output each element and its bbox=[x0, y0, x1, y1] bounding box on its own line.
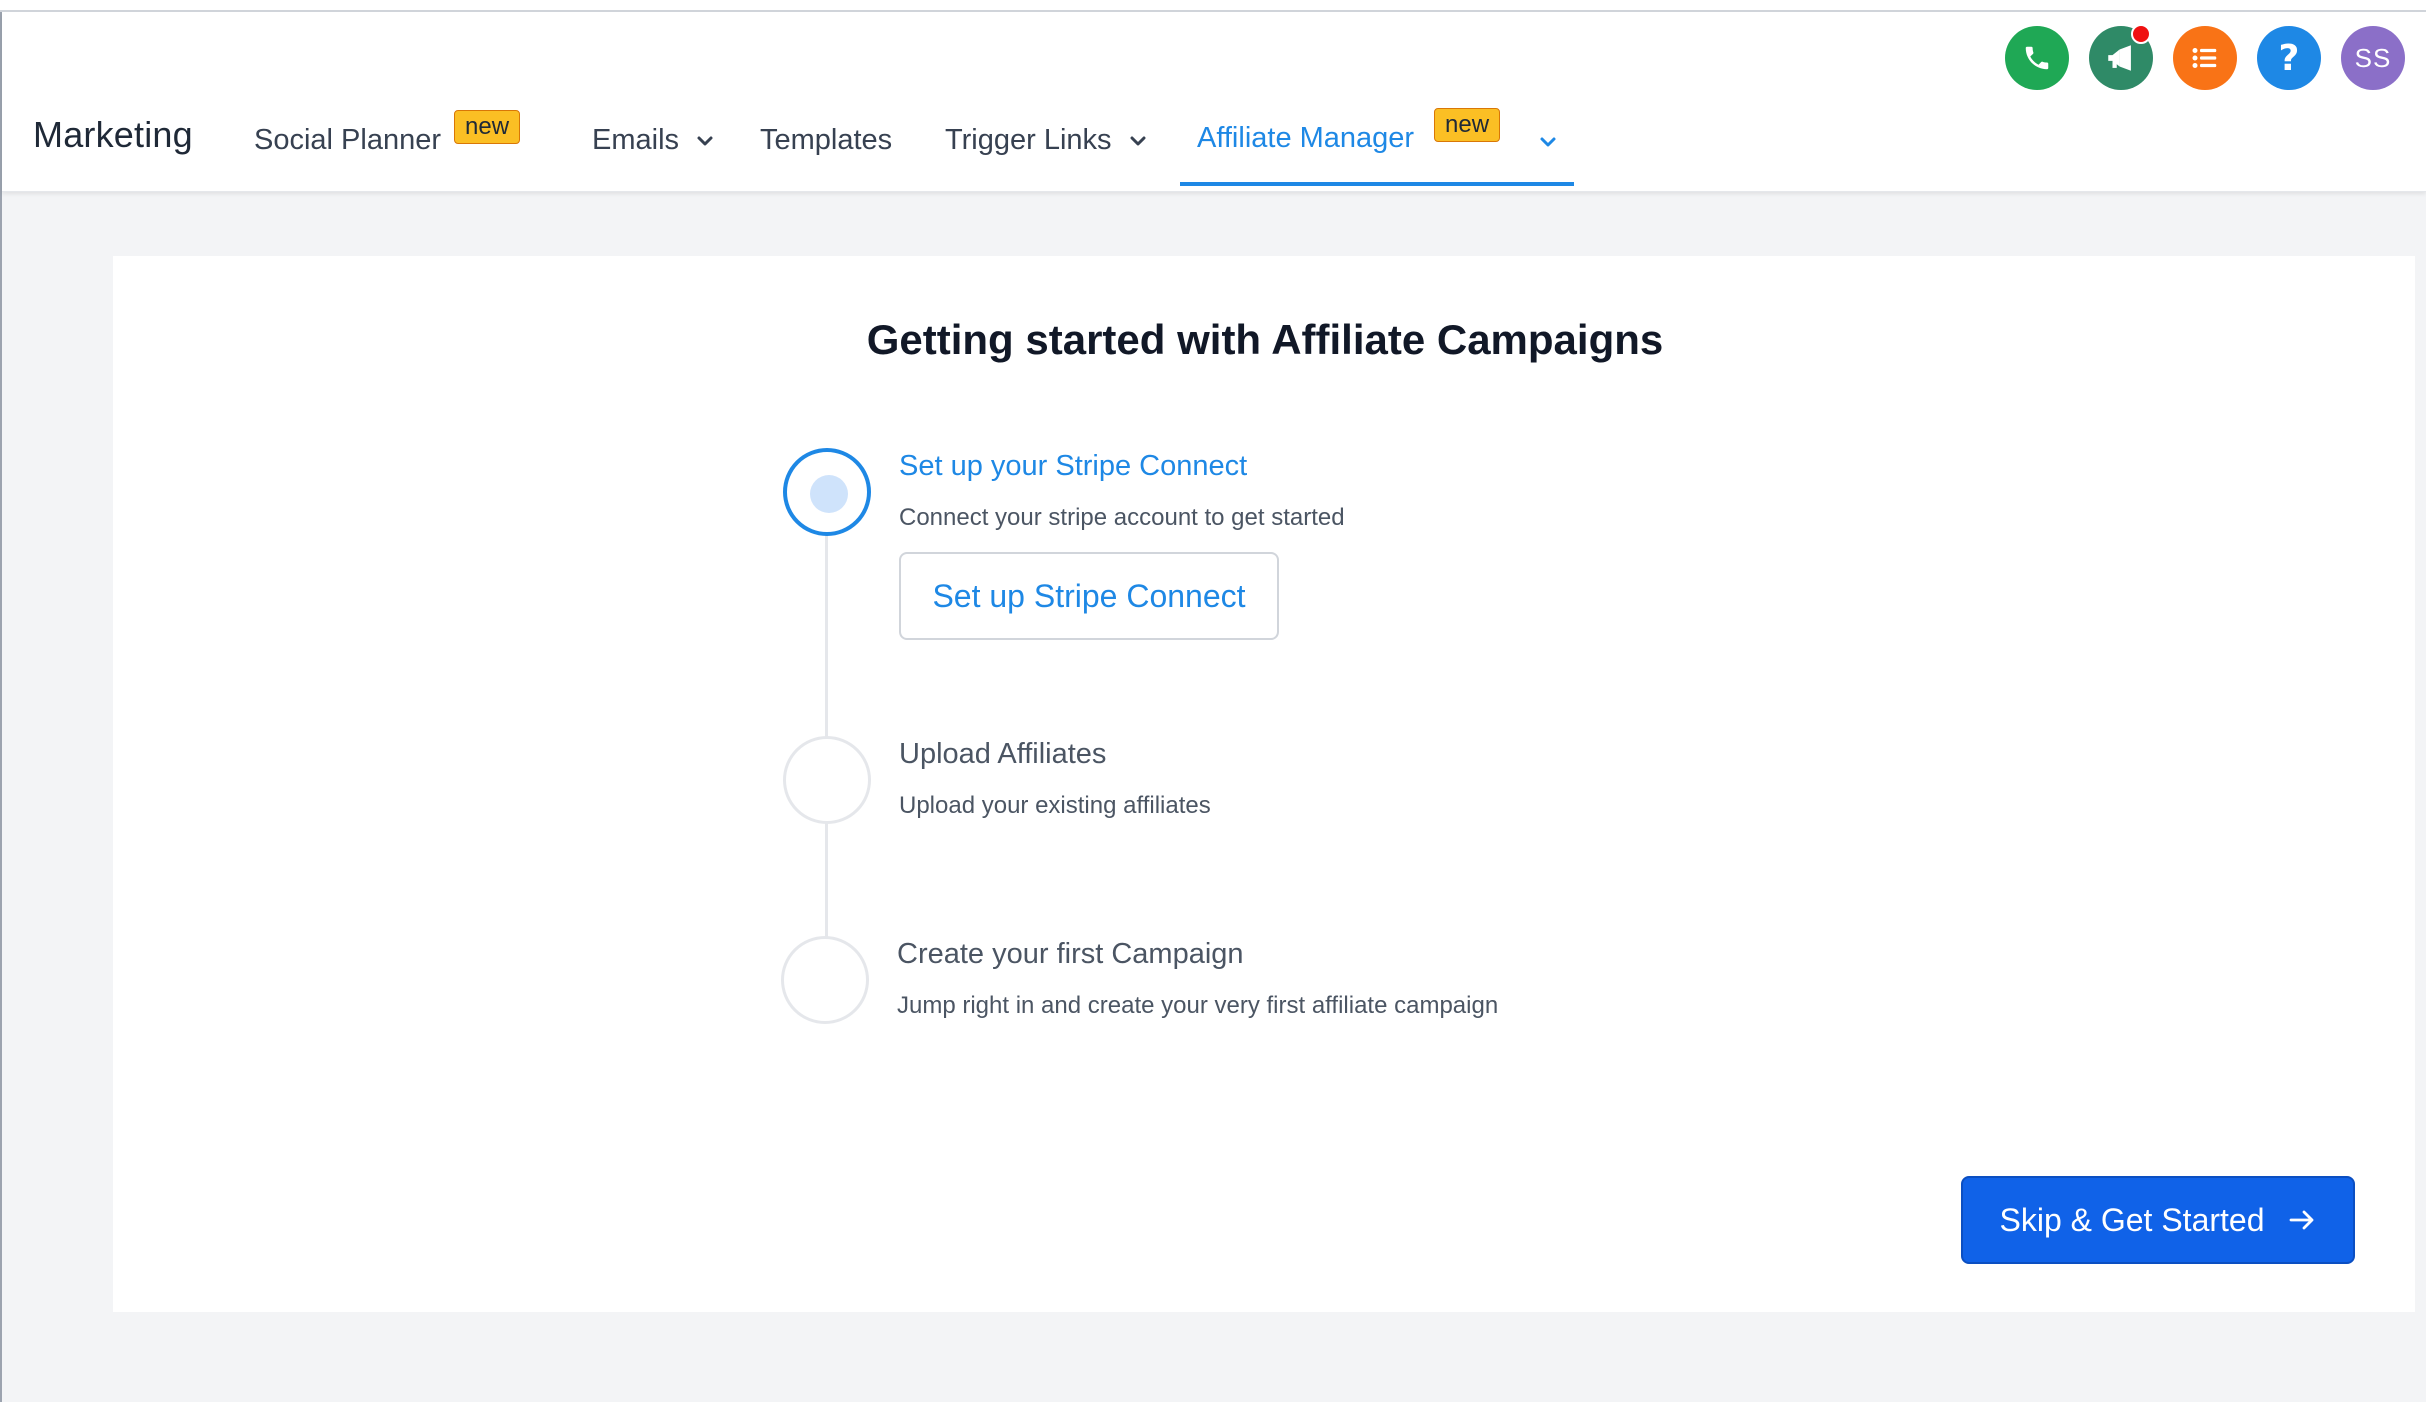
step-description: Jump right in and create your very first… bbox=[897, 992, 1499, 1019]
notification-dot bbox=[2131, 24, 2151, 44]
tab-social-planner[interactable]: Social Planner bbox=[254, 124, 441, 157]
tab-affiliate-manager[interactable]: Affiliate Manager bbox=[1197, 122, 1414, 155]
tab-trigger-links[interactable]: Trigger Links bbox=[945, 124, 1148, 157]
avatar[interactable]: SS bbox=[2341, 26, 2405, 90]
step-title: Upload Affiliates bbox=[899, 738, 1107, 770]
tab-templates[interactable]: Templates bbox=[760, 124, 892, 157]
step-description: Upload your existing affiliates bbox=[899, 792, 1211, 819]
tab-emails[interactable]: Emails bbox=[592, 124, 715, 157]
chevron-down-icon bbox=[1130, 136, 1146, 145]
tab-label: Social Planner bbox=[254, 124, 441, 156]
step-title: Create your first Campaign bbox=[897, 938, 1244, 970]
list-icon bbox=[2192, 48, 2217, 68]
step-title: Set up your Stripe Connect bbox=[899, 450, 1248, 482]
tab-label: Emails bbox=[592, 124, 680, 156]
tab-label: Affiliate Manager bbox=[1197, 122, 1415, 154]
megaphone-icon bbox=[2108, 45, 2131, 71]
top-header: Marketing Social Planner new Emails Temp… bbox=[2, 12, 2426, 192]
chevron-down-icon bbox=[697, 136, 713, 145]
card-title: Getting started with Affiliate Campaigns bbox=[866, 316, 1664, 363]
announcements-button[interactable] bbox=[2089, 24, 2153, 90]
chevron-down-icon[interactable] bbox=[1538, 132, 1558, 152]
help-button[interactable]: ? bbox=[2257, 26, 2321, 90]
window-left-border bbox=[0, 12, 2, 1402]
phone-button[interactable] bbox=[2005, 26, 2069, 90]
onboarding-card: Getting started with Affiliate Campaigns… bbox=[113, 256, 2415, 1312]
phone-icon bbox=[2025, 46, 2049, 70]
tab-label: Trigger Links bbox=[945, 124, 1112, 156]
step-description: Connect your stripe account to get start… bbox=[899, 504, 1345, 531]
step-indicator bbox=[781, 936, 869, 1024]
step-indicator-dot bbox=[810, 475, 848, 513]
tab-label: Templates bbox=[760, 124, 893, 156]
skip-get-started-button[interactable]: Skip & Get Started bbox=[1961, 1176, 2355, 1264]
new-badge: new bbox=[454, 110, 521, 144]
active-tab-indicator bbox=[1180, 182, 1574, 186]
step-indicator bbox=[783, 736, 871, 824]
tasks-button[interactable] bbox=[2173, 26, 2237, 90]
step-indicator-active bbox=[783, 448, 871, 536]
page-title: Marketing bbox=[33, 114, 193, 155]
new-badge: new bbox=[1434, 108, 1501, 142]
avatar-initials: SS bbox=[2354, 42, 2392, 73]
help-icon: ? bbox=[2278, 37, 2300, 79]
window-top-border bbox=[0, 0, 2426, 12]
button-label: Skip & Get Started bbox=[1999, 1201, 2265, 1238]
setup-stripe-connect-button[interactable]: Set up Stripe Connect bbox=[899, 552, 1279, 640]
arrow-right-icon bbox=[2289, 1210, 2313, 1230]
